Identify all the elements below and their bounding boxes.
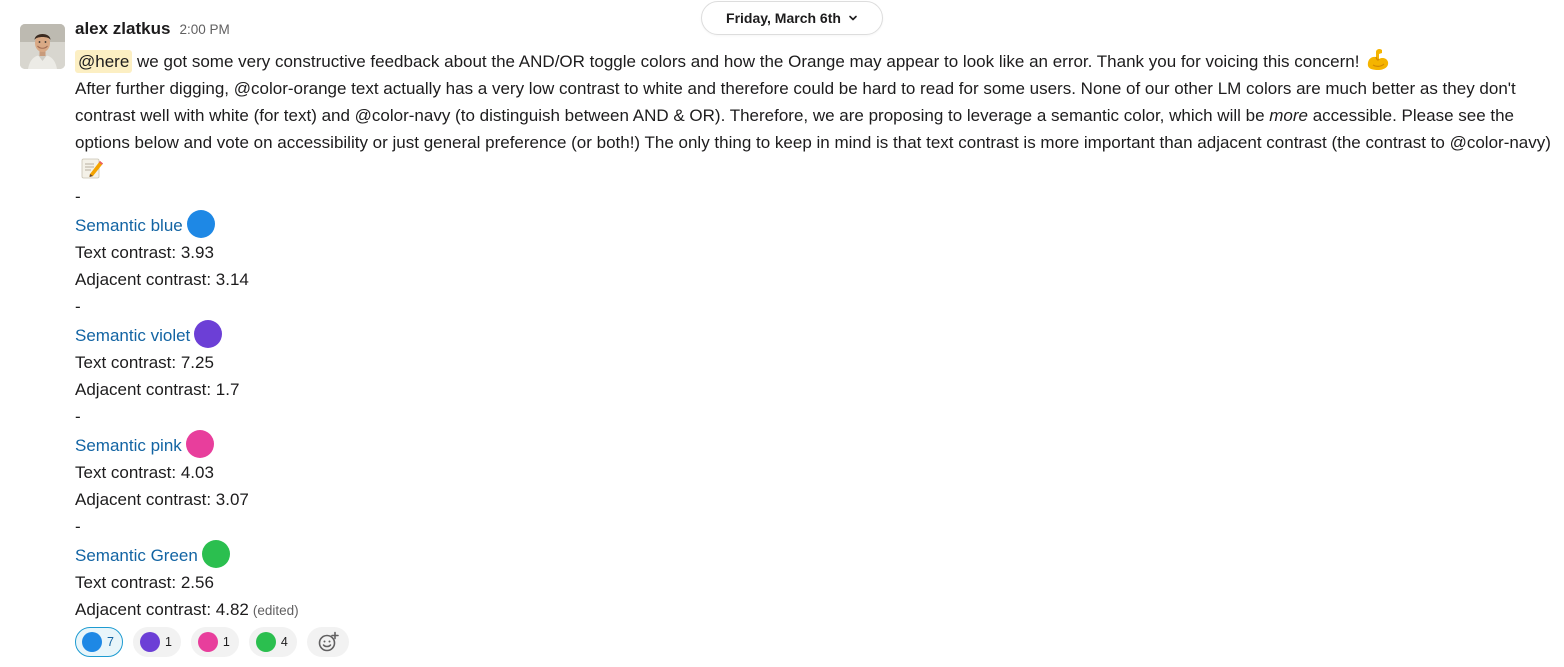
sender-name[interactable]: alex zlatkus [75,19,170,39]
add-reaction-icon [318,631,339,652]
option-semantic-pink: Semantic pink [75,430,1564,459]
text-contrast: Text contrast: 4.03 [75,463,214,482]
adjacent-contrast: Adjacent contrast: 1.7 [75,380,240,399]
message-paragraph: After further digging, @color-orange tex… [75,75,1564,183]
separator: - [75,517,81,536]
paragraph-emphasis: more [1269,106,1308,125]
message-timestamp[interactable]: 2:00 PM [179,22,229,37]
add-reaction-button[interactable] [306,627,349,657]
reactions-bar: 7 1 1 4 [75,627,1564,657]
message-header: alex zlatkus 2:00 PM [75,19,1564,45]
pink-circle-icon [185,430,214,458]
reaction-pink-circle[interactable]: 1 [190,627,239,657]
violet-circle-icon [139,632,160,652]
memo-emoji-icon [81,158,103,179]
reaction-violet-circle[interactable]: 1 [132,627,181,657]
adjacent-contrast: Adjacent contrast: 3.14 [75,270,249,289]
text-contrast: Text contrast: 2.56 [75,573,214,592]
blue-circle-icon [82,632,102,652]
green-circle-icon [201,540,230,568]
adjacent-contrast-last: Adjacent contrast: 4.82 (edited) [75,596,1564,624]
option-link[interactable]: Semantic Green [75,546,198,565]
adjacent-contrast: Adjacent contrast: 4.82 [75,600,249,619]
text-contrast: Text contrast: 3.93 [75,243,214,262]
reaction-count: 1 [222,635,230,649]
reaction-blue-circle[interactable]: 7 [75,627,123,657]
avatar-image [20,24,65,69]
option-semantic-violet: Semantic violet [75,320,1564,349]
edited-label: (edited) [252,603,299,618]
text-contrast: Text contrast: 7.25 [75,353,214,372]
here-mention[interactable]: @here [75,50,133,73]
separator: - [75,297,81,316]
violet-circle-icon [194,320,223,348]
option-link[interactable]: Semantic pink [75,436,182,455]
option-link[interactable]: Semantic violet [75,326,190,345]
separator: - [75,407,81,426]
reaction-green-circle[interactable]: 4 [248,627,297,657]
adjacent-contrast: Adjacent contrast: 3.07 [75,490,249,509]
blue-circle-icon [186,210,215,238]
separator: - [75,187,81,206]
message: alex zlatkus 2:00 PM @here we got some v… [75,19,1564,657]
message-line-1: @here we got some very constructive feed… [75,45,1564,75]
green-circle-icon [255,632,276,652]
avatar[interactable] [20,24,65,69]
option-semantic-green: Semantic Green [75,540,1564,569]
message-line-1-text: we got some very constructive feedback a… [137,52,1360,71]
muscle-emoji-icon [1368,48,1389,70]
option-link[interactable]: Semantic blue [75,216,183,235]
pink-circle-icon [197,632,218,652]
option-semantic-blue: Semantic blue [75,210,1564,239]
reaction-count: 7 [107,635,114,649]
reaction-count: 1 [164,635,172,649]
reaction-count: 4 [280,635,288,649]
